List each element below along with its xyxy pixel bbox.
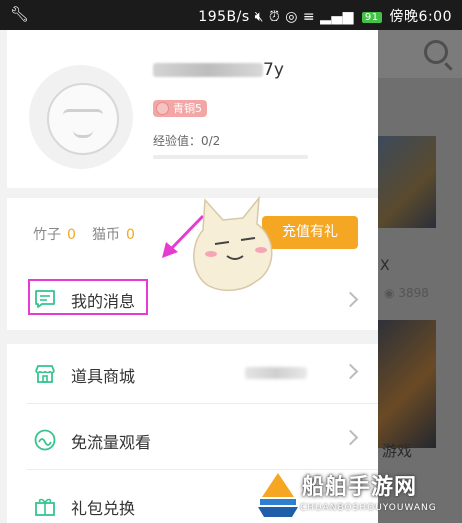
cat-coin-balance: 猫币 0 — [92, 227, 135, 243]
signal-icon: ▂▄▆ — [320, 9, 354, 25]
wave-icon — [34, 429, 56, 451]
watermark: 船舶手游网 CHUANBOSHOUYOUWANG — [250, 465, 460, 523]
watermark-title: 船舶手游网 — [302, 475, 418, 500]
mute-icon: 🔇︎ — [254, 9, 264, 25]
view-eye-icon: ◉ — [384, 286, 395, 300]
chevron-right-icon — [342, 291, 359, 308]
experience-bar — [153, 155, 308, 159]
bamboo-value: 0 — [67, 227, 76, 243]
pig-icon — [156, 102, 169, 115]
status-bar: 🔧︎ 195B/s 🔇︎ ⏰︎ ◎ ≡ ▂▄▆ 91 傍晚6:00 — [0, 0, 462, 30]
mascot-icon — [193, 195, 273, 292]
level-badge: 青铜5 — [153, 100, 207, 117]
battery-icon: 91 — [361, 12, 382, 23]
background-app[interactable]: X ◉ 3898 游戏 — [378, 30, 462, 523]
highlight-box — [28, 279, 148, 315]
level-badge-label: 青铜5 — [173, 102, 202, 115]
chevron-right-icon — [342, 363, 359, 380]
boat-logo-icon — [258, 473, 298, 517]
cat-coin-value: 0 — [126, 227, 135, 243]
alarm-icon: ⏰︎ — [268, 9, 281, 25]
profile-section[interactable]: 7y 青铜5 经验值：0/2 — [7, 30, 378, 188]
divider — [7, 330, 378, 344]
menu-item-store[interactable]: 道具商城 — [7, 344, 378, 404]
redacted-text — [245, 367, 307, 379]
view-count: ◉ 3898 — [384, 286, 429, 300]
panda-avatar-icon — [47, 83, 119, 155]
store-icon — [35, 365, 55, 383]
menu-item-label: 免流量观看 — [71, 433, 152, 452]
watermark-subtitle: CHUANBOSHOUYOUWANG — [300, 503, 437, 513]
experience-label: 经验值：0/2 — [153, 134, 221, 148]
wifi-icon: ≡ — [302, 9, 316, 25]
background-thumbnail[interactable] — [378, 320, 436, 448]
status-right: 195B/s 🔇︎ ⏰︎ ◎ ≡ ▂▄▆ 91 傍晚6:00 — [198, 6, 452, 26]
menu-item-label: 道具商城 — [71, 367, 136, 386]
network-speed: 195B/s — [198, 9, 250, 25]
menu-item-data-free[interactable]: 免流量观看 — [7, 410, 378, 470]
background-text: 游戏 — [382, 442, 413, 460]
bamboo-balance: 竹子 0 — [33, 227, 76, 243]
menu-item-label: 礼包兑换 — [71, 499, 136, 518]
background-thumbnail[interactable] — [378, 136, 436, 228]
eye-icon: ◎ — [285, 9, 298, 25]
username-redacted — [153, 63, 263, 77]
gift-icon — [35, 498, 55, 516]
separator — [27, 403, 378, 404]
search-icon[interactable] — [424, 40, 448, 64]
username-visible: 7y — [263, 60, 284, 80]
background-top-bar — [378, 30, 462, 78]
username: 7y — [153, 60, 284, 80]
chevron-right-icon — [342, 429, 359, 446]
clock: 傍晚6:00 — [389, 9, 452, 25]
background-text: X — [380, 258, 390, 274]
wrench-icon: 🔧︎ — [10, 5, 30, 23]
avatar[interactable] — [29, 65, 133, 169]
